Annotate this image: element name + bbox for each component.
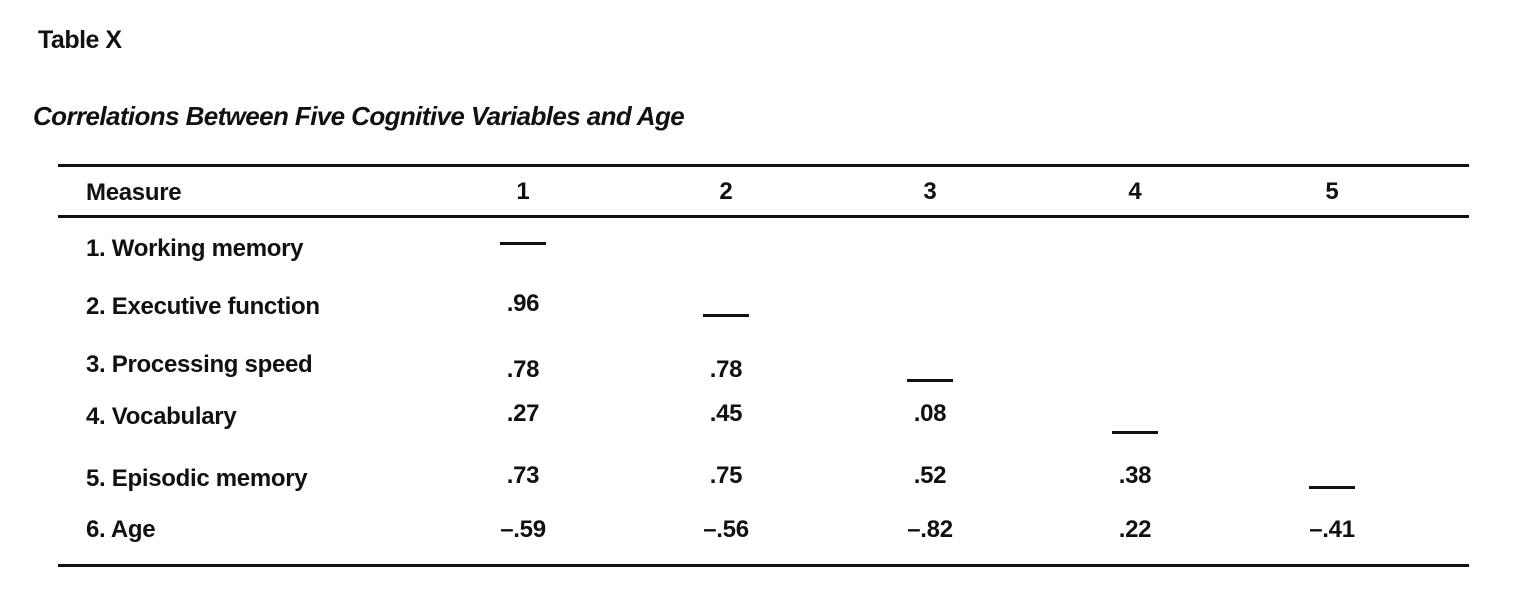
bottom-rule bbox=[58, 564, 1469, 567]
correlation-cell: .38 bbox=[1118, 462, 1152, 489]
row-label: 2. Executive function bbox=[86, 293, 320, 320]
column-header-1: 1 bbox=[516, 178, 530, 205]
correlation-cell: .52 bbox=[913, 462, 947, 489]
em-dash bbox=[500, 242, 546, 246]
correlation-cell: .78 bbox=[709, 356, 743, 383]
em-dash bbox=[1112, 431, 1158, 435]
em-dash bbox=[703, 314, 749, 318]
correlation-cell: .27 bbox=[506, 400, 540, 427]
correlation-cell: .08 bbox=[913, 400, 947, 427]
correlation-cell: .45 bbox=[709, 400, 743, 427]
correlation-cell: .78 bbox=[506, 356, 540, 383]
header-measure: Measure bbox=[86, 179, 182, 206]
column-header-4: 4 bbox=[1128, 178, 1142, 205]
correlation-cell: –.59 bbox=[500, 516, 546, 543]
row-label: 1. Working memory bbox=[86, 235, 304, 262]
correlation-cell: .96 bbox=[506, 290, 540, 317]
correlation-cell: .22 bbox=[1118, 516, 1152, 543]
row-label: 5. Episodic memory bbox=[86, 465, 308, 492]
top-rule bbox=[58, 164, 1469, 167]
header-rule bbox=[58, 215, 1469, 218]
row-label: 3. Processing speed bbox=[86, 351, 313, 378]
correlation-cell: –.56 bbox=[703, 516, 749, 543]
row-label: 4. Vocabulary bbox=[86, 403, 237, 430]
diagonal-dash bbox=[666, 301, 786, 329]
correlation-cell: .73 bbox=[506, 462, 540, 489]
diagonal-dash bbox=[870, 366, 990, 394]
correlation-cell: .75 bbox=[709, 462, 743, 489]
table-title: Correlations Between Five Cognitive Vari… bbox=[33, 101, 685, 131]
row-label: 6. Age bbox=[86, 516, 156, 543]
table-label: Table X bbox=[38, 26, 122, 54]
column-header-5: 5 bbox=[1325, 178, 1339, 205]
column-header-3: 3 bbox=[923, 178, 937, 205]
em-dash bbox=[907, 379, 953, 383]
em-dash bbox=[1309, 486, 1355, 490]
diagonal-dash bbox=[1272, 473, 1392, 501]
diagonal-dash bbox=[463, 229, 583, 257]
column-header-2: 2 bbox=[719, 178, 733, 205]
correlation-cell: –.41 bbox=[1309, 516, 1355, 543]
correlation-cell: –.82 bbox=[907, 516, 953, 543]
diagonal-dash bbox=[1075, 418, 1195, 446]
